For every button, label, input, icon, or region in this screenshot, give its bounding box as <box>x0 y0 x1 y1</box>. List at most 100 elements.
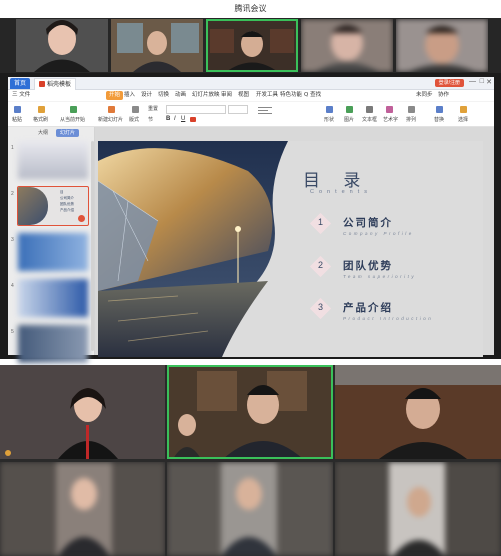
arrange-icon[interactable] <box>408 106 415 113</box>
underline-icon[interactable]: U <box>181 116 185 122</box>
menu-design[interactable]: 设计 <box>141 91 152 100</box>
replace-icon[interactable] <box>436 106 443 113</box>
thumb-number: 5 <box>11 329 14 335</box>
participant-tile[interactable] <box>335 365 501 459</box>
tab-home[interactable]: 首页 <box>10 78 31 89</box>
share-button[interactable]: 协作 <box>438 91 449 100</box>
participant-video <box>16 19 108 72</box>
participant-video <box>396 19 488 72</box>
participant-tile[interactable] <box>111 19 203 72</box>
tab-slides[interactable]: 幻灯片 <box>56 129 80 137</box>
menu-slideshow[interactable]: 幻灯片放映 <box>192 91 220 100</box>
toc-english: Team superiority <box>343 274 417 279</box>
new-slide-icon[interactable] <box>108 106 115 113</box>
select-icon[interactable] <box>460 106 467 113</box>
add-slide-icon[interactable] <box>78 215 85 222</box>
participant-video <box>206 19 298 72</box>
menu-special[interactable]: 特色功能 <box>280 91 302 100</box>
participant-video <box>335 462 501 556</box>
tab-docer-template[interactable]: 稻壳模板 <box>34 78 77 90</box>
toolbar-label: 选择 <box>458 117 469 123</box>
close-icon[interactable]: ✕ <box>486 78 492 86</box>
shared-screen: 首页 稻壳模板 登录/注册 — □ ✕ 三 文件 开始 插入 设计 切换 动画 … <box>0 73 501 363</box>
thumbnail-scrollbar[interactable] <box>91 141 94 351</box>
toolbar-label: 新建幻灯片 <box>98 117 124 123</box>
wps-logo-icon <box>39 81 45 87</box>
toolbar-label: 版式 <box>129 117 140 123</box>
font-color-icon[interactable] <box>190 117 196 122</box>
participant-tile-active[interactable] <box>206 19 298 72</box>
tab-outline[interactable]: 大纲 <box>34 129 52 137</box>
toc-label: 公司简介 <box>343 217 393 229</box>
minimize-icon[interactable]: — <box>469 78 476 85</box>
toc-number: 3 <box>317 302 323 312</box>
format-painter-icon[interactable] <box>38 106 45 113</box>
document-tab-bar: 首页 稻壳模板 登录/注册 — □ ✕ <box>8 77 494 90</box>
participant-tile[interactable] <box>0 462 165 556</box>
toc-label: 产品介绍 <box>343 302 393 314</box>
toolbar-label: 从当前开始 <box>60 117 86 123</box>
tab-doc-label: 稻壳模板 <box>47 81 72 88</box>
thumb-number: 4 <box>11 283 14 289</box>
wps-presentation-window: 首页 稻壳模板 登录/注册 — □ ✕ 三 文件 开始 插入 设计 切换 动画 … <box>8 77 494 363</box>
app-title: 腾讯会议 <box>234 4 267 13</box>
participant-tile[interactable] <box>16 19 108 72</box>
toolbar-label: 图片 <box>344 117 355 123</box>
toolbar-label[interactable]: 重置 <box>148 105 158 112</box>
slide-thumbnail[interactable] <box>18 233 88 271</box>
slide-editor-area: 目 录 Contents 1 公司简介 Company Profile 2 团队… <box>95 127 494 357</box>
toolbar-label: 替换 <box>434 117 445 123</box>
menu-insert[interactable]: 插入 <box>124 91 135 100</box>
slide-thumbnail[interactable] <box>18 325 88 363</box>
wordart-icon[interactable] <box>386 106 393 113</box>
participant-strip-top <box>0 18 501 73</box>
menu-transition[interactable]: 切换 <box>158 91 169 100</box>
menu-developer[interactable]: 开发工具 <box>256 91 278 100</box>
menu-file[interactable]: 三 文件 <box>12 91 30 100</box>
font-size-select[interactable] <box>228 105 248 114</box>
toolbar-label[interactable]: 节 <box>148 116 153 123</box>
participant-tile[interactable] <box>301 19 393 72</box>
toolbar-label: 粘贴 <box>12 117 23 123</box>
menu-find[interactable]: Q 查找 <box>304 91 321 100</box>
slide-thumbnail-selected[interactable]: 目 公司简介 团队优势 产品介绍 <box>17 186 89 226</box>
maximize-icon[interactable]: □ <box>480 78 484 85</box>
bold-icon[interactable]: B <box>166 116 170 122</box>
participant-video <box>167 365 333 459</box>
toolbar-label: 排列 <box>406 117 417 123</box>
participant-video <box>111 19 203 72</box>
font-select[interactable] <box>166 105 226 114</box>
layout-icon[interactable] <box>132 106 139 113</box>
login-button[interactable]: 登录/注册 <box>434 79 464 87</box>
side-tab-bar: 大纲 幻灯片 <box>8 129 94 137</box>
participant-tile[interactable] <box>167 462 333 556</box>
play-from-current-icon[interactable] <box>70 106 77 113</box>
slide-thumbnail[interactable] <box>18 279 88 317</box>
menu-start[interactable]: 开始 <box>106 91 124 100</box>
menu-review[interactable]: 审阅 <box>221 91 232 100</box>
participant-tile[interactable] <box>335 462 501 556</box>
participant-tile[interactable] <box>396 19 488 72</box>
menu-view[interactable]: 视图 <box>238 91 249 100</box>
current-slide[interactable]: 目 录 Contents 1 公司简介 Company Profile 2 团队… <box>98 141 483 357</box>
paste-icon[interactable] <box>14 106 21 113</box>
thumb-number: 2 <box>11 191 14 197</box>
toolbar-label: 文本框 <box>362 117 378 123</box>
shape-icon[interactable] <box>326 106 333 113</box>
slide-building-image <box>98 141 288 357</box>
slide-thumbnail[interactable] <box>18 141 88 179</box>
thumb-line: 产品介绍 <box>60 208 74 212</box>
participant-tile-active[interactable] <box>167 365 333 459</box>
textbox-icon[interactable] <box>366 106 373 113</box>
picture-icon[interactable] <box>346 106 353 113</box>
italic-icon[interactable]: I <box>174 116 176 122</box>
toc-english: Product Introduction <box>343 316 434 321</box>
participant-tile[interactable] <box>0 365 165 459</box>
toc-english: Company Profile <box>343 231 414 236</box>
ribbon-menu: 三 文件 开始 插入 设计 切换 动画 幻灯片放映 审阅 视图 开发工具 特色功… <box>8 90 494 101</box>
toc-number: 2 <box>317 260 323 270</box>
slide-title: 目 录 <box>303 171 370 191</box>
paragraph-group[interactable] <box>258 105 302 123</box>
sync-status[interactable]: 未同步 <box>416 91 433 100</box>
menu-animation[interactable]: 动画 <box>175 91 186 100</box>
